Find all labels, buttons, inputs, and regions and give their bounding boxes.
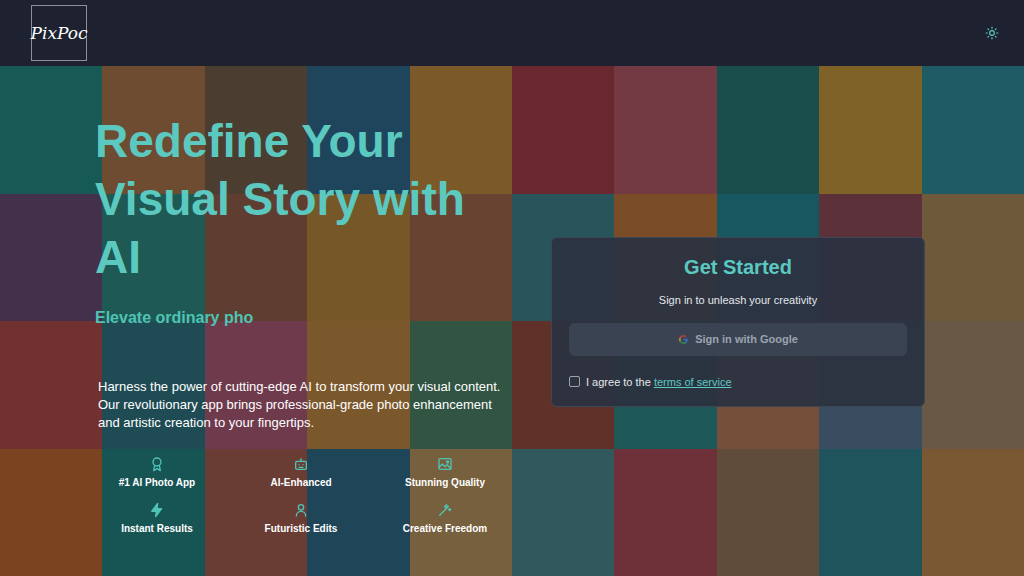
award-icon [149, 456, 165, 472]
feature-item: #1 AI Photo App [85, 456, 229, 490]
feature-label: Instant Results [121, 521, 193, 536]
logo[interactable]: PixPoc [31, 5, 87, 61]
feature-item: Instant Results [85, 502, 229, 536]
terms-row[interactable]: I agree to the terms of service [569, 374, 732, 391]
google-icon [678, 334, 689, 345]
google-signin-button[interactable]: Sign in with Google [569, 323, 907, 356]
hero-section: Redefine Your Visual Story with AI Eleva… [0, 66, 1024, 576]
card-subtitle: Sign in to unleash your creativity [659, 292, 817, 309]
robot-icon [293, 456, 309, 472]
card-title: Get Started [684, 254, 792, 280]
hero-description: Harness the power of cutting-edge AI to … [98, 378, 508, 432]
feature-grid: #1 AI Photo App AI-Enhanced Stunning Quali… [85, 456, 517, 536]
feature-item: AI-Enhanced [229, 456, 373, 490]
hero-subtitle: Elevate ordinary pho [95, 306, 540, 330]
theme-toggle[interactable] [980, 21, 1004, 45]
bolt-icon [149, 502, 165, 518]
hero-content: Redefine Your Visual Story with AI Eleva… [0, 66, 1024, 576]
feature-label: Stunning Quality [405, 475, 485, 490]
feature-item: Creative Freedom [373, 502, 517, 536]
sun-icon[interactable] [985, 26, 999, 40]
hero-title: Redefine Your Visual Story with AI [95, 112, 515, 286]
person-icon [293, 502, 309, 518]
signin-card: Get Started Sign in to unleash your crea… [551, 237, 925, 407]
magic-wand-icon [437, 502, 453, 518]
hero-text: Redefine Your Visual Story with AI Eleva… [0, 66, 540, 576]
signin-column: Get Started Sign in to unleash your crea… [540, 66, 925, 576]
terms-link[interactable]: terms of service [654, 376, 732, 388]
feature-label: #1 AI Photo App [119, 475, 195, 490]
feature-label: Futuristic Edits [265, 521, 338, 536]
feature-label: AI-Enhanced [270, 475, 331, 490]
feature-label: Creative Freedom [403, 521, 487, 536]
image-icon [437, 456, 453, 472]
top-bar: PixPoc [0, 0, 1024, 66]
terms-checkbox[interactable] [569, 376, 580, 387]
feature-item: Stunning Quality [373, 456, 517, 490]
feature-item: Futuristic Edits [229, 502, 373, 536]
